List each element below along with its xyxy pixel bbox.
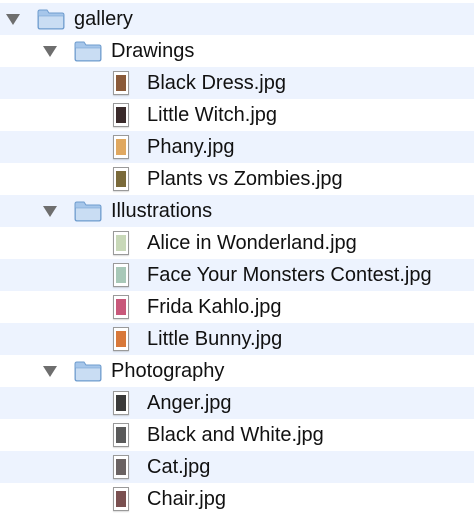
image-thumbnail — [116, 107, 126, 123]
file-label: Plants vs Zombies.jpg — [147, 168, 343, 190]
folder-icon — [74, 200, 102, 222]
image-thumbnail — [116, 171, 126, 187]
tree-file-row[interactable]: Face Your Monsters Contest.jpg — [0, 259, 474, 291]
tree-file-row[interactable]: Frida Kahlo.jpg — [0, 291, 474, 323]
file-label: Little Bunny.jpg — [147, 328, 283, 350]
folder-icon — [74, 360, 102, 382]
tree-file-row[interactable]: Plants vs Zombies.jpg — [0, 163, 474, 195]
image-thumbnail — [116, 139, 126, 155]
image-file-icon — [113, 167, 129, 191]
folder-label: Illustrations — [111, 200, 213, 222]
tree-file-row[interactable]: Little Bunny.jpg — [0, 323, 474, 355]
image-thumbnail — [116, 235, 126, 251]
image-thumbnail — [116, 331, 126, 347]
folder-icon — [74, 40, 102, 62]
file-label: Little Witch.jpg — [147, 104, 278, 126]
folder-label: gallery — [74, 8, 133, 30]
image-thumbnail — [116, 299, 126, 315]
image-file-icon — [113, 135, 129, 159]
image-file-icon — [113, 231, 129, 255]
tree-folder-row[interactable]: gallery — [0, 3, 474, 35]
folder-label: Photography — [111, 360, 225, 382]
file-label: Face Your Monsters Contest.jpg — [147, 264, 432, 286]
file-tree: gallery Drawings Black Dress.jpg Little Wit… — [0, 0, 474, 521]
tree-folder-row[interactable]: Illustrations — [0, 195, 474, 227]
folder-label: Drawings — [111, 40, 195, 62]
file-label: Black Dress.jpg — [147, 72, 286, 94]
tree-file-row[interactable]: Alice in Wonderland.jpg — [0, 227, 474, 259]
tree-file-row[interactable]: Black Dress.jpg — [0, 67, 474, 99]
disclosure-triangle-expanded-icon[interactable] — [43, 206, 57, 217]
image-file-icon — [113, 71, 129, 95]
image-file-icon — [113, 391, 129, 415]
image-file-icon — [113, 263, 129, 287]
image-thumbnail — [116, 427, 126, 443]
disclosure-triangle-expanded-icon[interactable] — [43, 366, 57, 377]
folder-icon — [37, 8, 65, 30]
tree-file-row[interactable]: Chair.jpg — [0, 483, 474, 515]
image-file-icon — [113, 487, 129, 511]
file-label: Anger.jpg — [147, 392, 232, 414]
image-thumbnail — [116, 491, 126, 507]
image-file-icon — [113, 327, 129, 351]
file-label: Chair.jpg — [147, 488, 226, 510]
image-thumbnail — [116, 459, 126, 475]
file-label: Black and White.jpg — [147, 424, 324, 446]
disclosure-triangle-expanded-icon[interactable] — [6, 14, 20, 25]
image-thumbnail — [116, 75, 126, 91]
image-file-icon — [113, 103, 129, 127]
tree-file-row[interactable]: Little Witch.jpg — [0, 99, 474, 131]
tree-file-row[interactable]: Anger.jpg — [0, 387, 474, 419]
tree-file-row[interactable]: Black and White.jpg — [0, 419, 474, 451]
file-label: Cat.jpg — [147, 456, 211, 478]
tree-folder-row[interactable]: Photography — [0, 355, 474, 387]
disclosure-triangle-expanded-icon[interactable] — [43, 46, 57, 57]
tree-file-row[interactable]: Cat.jpg — [0, 451, 474, 483]
image-file-icon — [113, 295, 129, 319]
file-label: Frida Kahlo.jpg — [147, 296, 282, 318]
tree-file-row[interactable]: Phany.jpg — [0, 131, 474, 163]
image-thumbnail — [116, 395, 126, 411]
file-label: Phany.jpg — [147, 136, 235, 158]
file-label: Alice in Wonderland.jpg — [147, 232, 357, 254]
image-thumbnail — [116, 267, 126, 283]
tree-folder-row[interactable]: Drawings — [0, 35, 474, 67]
image-file-icon — [113, 423, 129, 447]
image-file-icon — [113, 455, 129, 479]
